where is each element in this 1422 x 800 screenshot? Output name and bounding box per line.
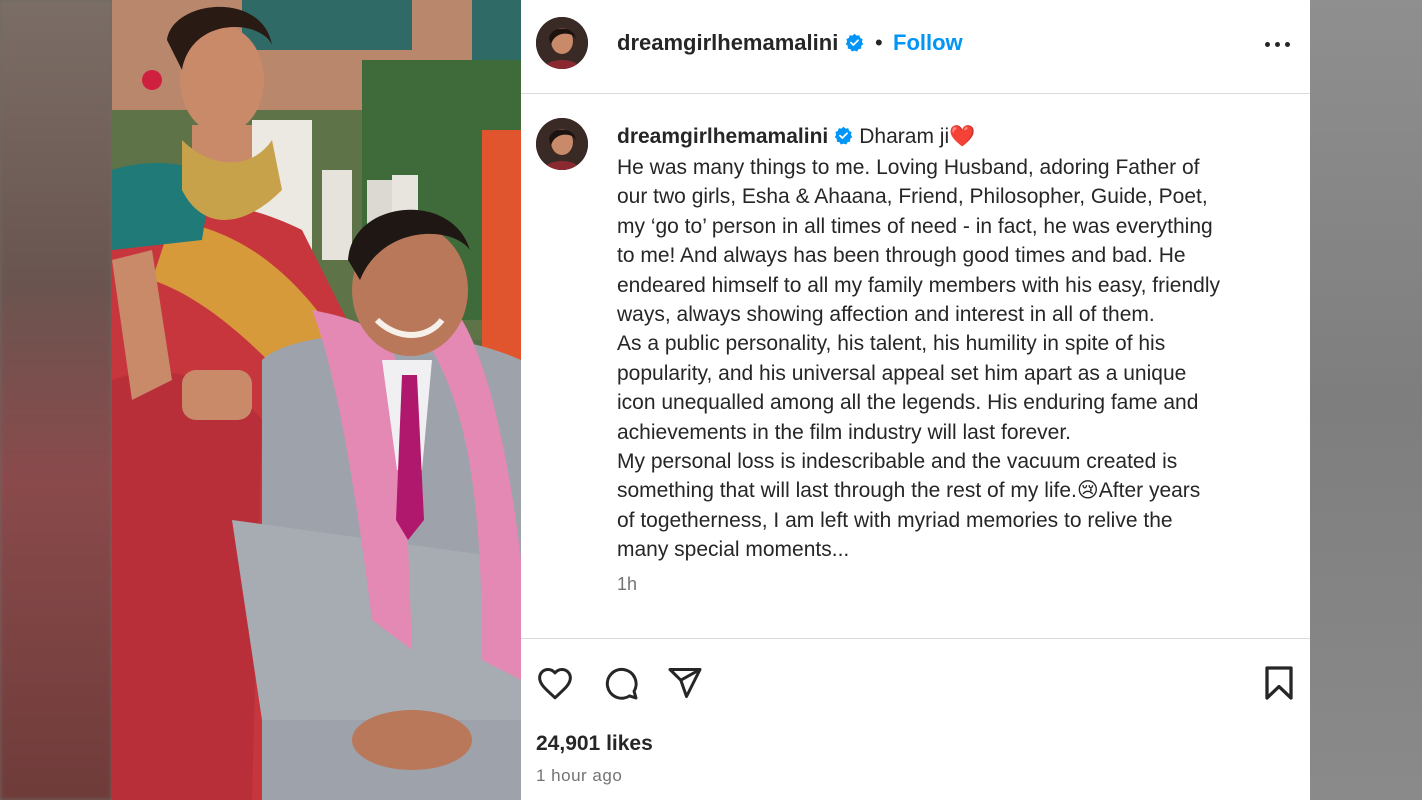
heart-icon[interactable] <box>536 665 574 706</box>
caption-line: achievements in the film industry will l… <box>617 420 1072 444</box>
post-photo[interactable] <box>112 0 521 800</box>
post-panel: dreamgirlhemamalini • Follow dreamgirlhe… <box>521 0 1310 800</box>
post-actions: 24,901 likes 1 hour ago <box>521 638 1310 800</box>
bookmark-icon[interactable] <box>1262 665 1296 706</box>
caption-line: of togetherness, I am left with myriad m… <box>617 508 1173 532</box>
caption-timestamp[interactable]: 1h <box>617 574 637 595</box>
share-icon[interactable] <box>666 665 704 706</box>
caption-line: something that will last through the res… <box>617 479 1201 503</box>
blurred-backdrop-left <box>0 0 112 800</box>
red-heart-emoji: ❤️ <box>949 125 976 148</box>
caption-line: my ‘go to’ person in all times of need -… <box>617 214 1213 238</box>
likes-count[interactable]: 24,901 likes <box>536 732 653 756</box>
comment-icon[interactable] <box>602 665 640 706</box>
caption-avatar[interactable] <box>536 118 588 170</box>
more-options-icon[interactable] <box>1263 34 1293 54</box>
caption-line: to me! And always has been through good … <box>617 244 1186 268</box>
caption-line: As a public personality, his talent, his… <box>617 332 1166 356</box>
caption-section: dreamgirlhemamalini Dharam ji❤️ He was m… <box>521 94 1310 638</box>
caption-line: ways, always showing affection and inter… <box>617 303 1155 327</box>
post-photo-illustration <box>112 0 521 800</box>
instagram-post-view: dreamgirlhemamalini • Follow dreamgirlhe… <box>0 0 1422 800</box>
caption-line: My personal loss is indescribable and th… <box>617 450 1178 474</box>
post-username[interactable]: dreamgirlhemamalini <box>617 30 838 56</box>
header-separator: • <box>875 30 883 55</box>
profile-avatar[interactable] <box>536 17 588 69</box>
caption-title: Dharam ji <box>859 125 950 148</box>
caption-line: icon unequalled among all the legends. H… <box>617 391 1199 415</box>
caption-line: our two girls, Esha & Ahaana, Friend, Ph… <box>617 185 1208 209</box>
follow-button[interactable]: Follow <box>893 30 963 56</box>
caption-line: many special moments... <box>617 538 850 562</box>
avatar-image <box>536 17 588 69</box>
avatar-image <box>536 118 588 170</box>
caption-header: dreamgirlhemamalini Dharam ji❤️ <box>617 122 975 151</box>
verified-badge-icon <box>834 124 853 145</box>
verified-badge-icon <box>845 33 864 52</box>
post-header: dreamgirlhemamalini • Follow <box>521 0 1310 94</box>
post-time-ago: 1 hour ago <box>536 766 623 785</box>
caption-username[interactable]: dreamgirlhemamalini <box>617 125 828 148</box>
caption-text: He was many things to me. Loving Husband… <box>617 153 1287 565</box>
caption-line: popularity, and his universal appeal set… <box>617 361 1187 385</box>
caption-line: endeared himself to all my family member… <box>617 273 1221 297</box>
caption-line: He was many things to me. Loving Husband… <box>617 156 1200 179</box>
blurred-backdrop-right <box>1310 0 1422 800</box>
